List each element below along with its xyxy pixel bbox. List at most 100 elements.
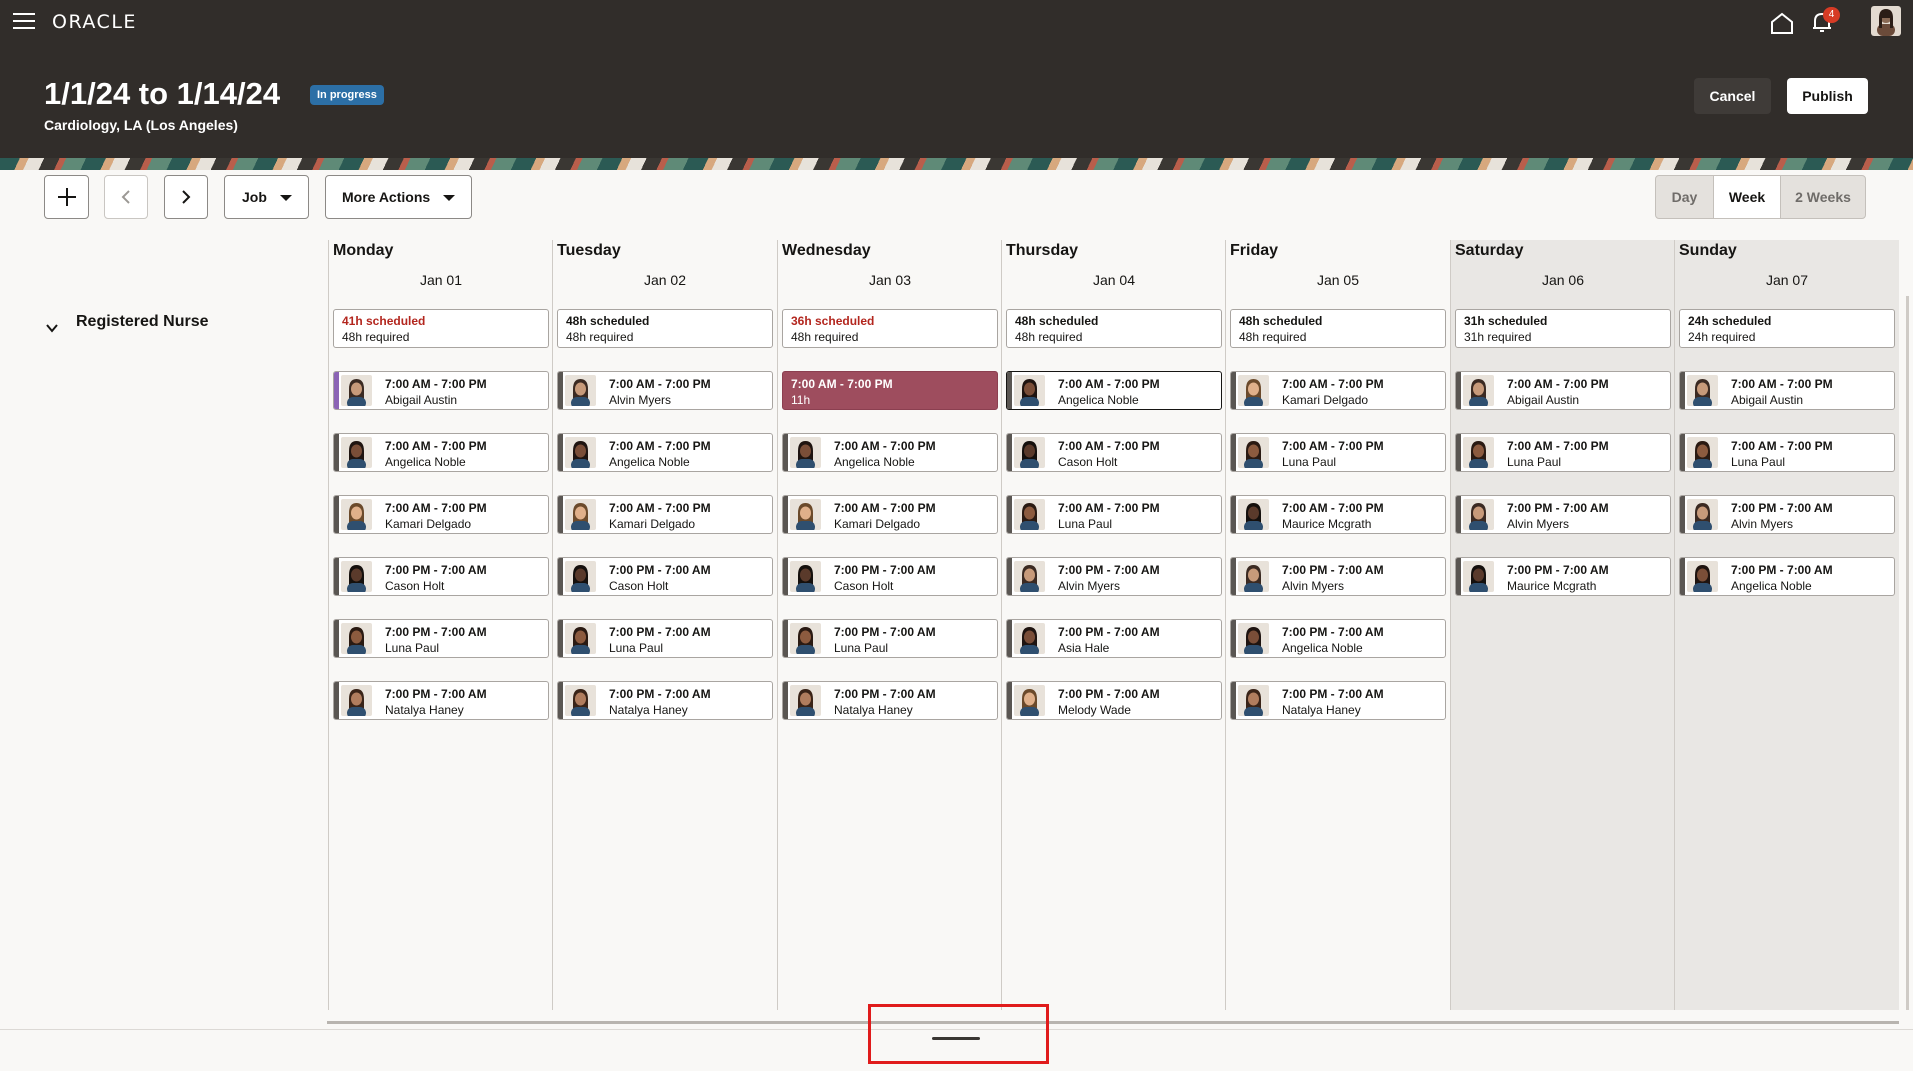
group-label-registered-nurse: Registered Nurse <box>76 313 209 330</box>
shift-card[interactable]: 7:00 AM - 7:00 PM Angelica Noble <box>557 433 773 472</box>
coverage-summary[interactable]: 36h scheduled 48h required <box>782 309 998 348</box>
more-actions-dropdown[interactable]: More Actions <box>325 175 472 219</box>
coverage-summary[interactable]: 48h scheduled 48h required <box>1006 309 1222 348</box>
open-shift-card[interactable]: 7:00 AM - 7:00 PM 11h <box>782 371 998 410</box>
shift-card[interactable]: 7:00 AM - 7:00 PM Kamari Delgado <box>1230 371 1446 410</box>
shift-status-bar <box>1231 372 1236 409</box>
shift-card[interactable]: 7:00 PM - 7:00 AM Natalya Haney <box>333 681 549 720</box>
employee-avatar <box>1014 499 1045 530</box>
shift-card[interactable]: 7:00 AM - 7:00 PM Luna Paul <box>1006 495 1222 534</box>
shift-time: 7:00 PM - 7:00 AM <box>1507 563 1609 577</box>
employee-name: Asia Hale <box>1058 641 1110 655</box>
employee-name: Alvin Myers <box>1058 579 1121 593</box>
column-separator <box>328 240 329 1010</box>
shift-card[interactable]: 7:00 PM - 7:00 AM Angelica Noble <box>1230 619 1446 658</box>
shift-card[interactable]: 7:00 PM - 7:00 AM Alvin Myers <box>1455 495 1671 534</box>
shift-card[interactable]: 7:00 PM - 7:00 AM Luna Paul <box>782 619 998 658</box>
coverage-summary[interactable]: 48h scheduled 48h required <box>1230 309 1446 348</box>
publish-button[interactable]: Publish <box>1787 78 1868 114</box>
column-separator <box>1674 240 1675 1010</box>
shift-card[interactable]: 7:00 AM - 7:00 PM Abigail Austin <box>1679 371 1895 410</box>
home-icon[interactable] <box>1770 12 1794 34</box>
shift-card[interactable]: 7:00 AM - 7:00 PM Kamari Delgado <box>782 495 998 534</box>
shift-card[interactable]: 7:00 AM - 7:00 PM Kamari Delgado <box>557 495 773 534</box>
required-hours: 24h required <box>1688 330 1756 344</box>
required-hours: 48h required <box>791 330 859 344</box>
app-header: ORACLE 4 1/1/24 to 1/14/24 In progress C… <box>0 0 1913 158</box>
employee-avatar <box>1687 499 1718 530</box>
job-dropdown[interactable]: Job <box>224 175 309 219</box>
shift-card[interactable]: 7:00 PM - 7:00 AM Alvin Myers <box>1679 495 1895 534</box>
shift-card[interactable]: 7:00 PM - 7:00 AM Alvin Myers <box>1006 557 1222 596</box>
shift-status-bar <box>558 434 563 471</box>
shift-card[interactable]: 7:00 PM - 7:00 AM Cason Holt <box>557 557 773 596</box>
coverage-summary[interactable]: 41h scheduled 48h required <box>333 309 549 348</box>
shift-card[interactable]: 7:00 PM - 7:00 AM Cason Holt <box>782 557 998 596</box>
shift-card[interactable]: 7:00 AM - 7:00 PM Angelica Noble <box>1006 371 1222 410</box>
shift-card[interactable]: 7:00 AM - 7:00 PM Kamari Delgado <box>333 495 549 534</box>
employee-avatar <box>565 623 596 654</box>
grid-bottom-border <box>327 1021 1899 1024</box>
shift-status-bar <box>1680 496 1685 533</box>
day-name: Friday <box>1230 242 1279 259</box>
day-date: Jan 04 <box>1092 272 1136 288</box>
shift-card[interactable]: 7:00 AM - 7:00 PM Maurice Mcgrath <box>1230 495 1446 534</box>
coverage-summary[interactable]: 24h scheduled 24h required <box>1679 309 1895 348</box>
shift-status-bar <box>1456 434 1461 471</box>
shift-card[interactable]: 7:00 PM - 7:00 AM Cason Holt <box>333 557 549 596</box>
shift-card[interactable]: 7:00 PM - 7:00 AM Angelica Noble <box>1679 557 1895 596</box>
chevron-down-icon[interactable] <box>46 322 58 334</box>
employee-avatar <box>1238 375 1269 406</box>
view-2-weeks-button[interactable]: 2 Weeks <box>1781 176 1865 218</box>
employee-name: Abigail Austin <box>1507 393 1580 407</box>
vertical-scrollbar[interactable] <box>1906 296 1909 1010</box>
shift-card[interactable]: 7:00 AM - 7:00 PM Luna Paul <box>1455 433 1671 472</box>
employee-name: Natalya Haney <box>385 703 464 717</box>
shift-card[interactable]: 7:00 AM - 7:00 PM Abigail Austin <box>333 371 549 410</box>
shift-card[interactable]: 7:00 PM - 7:00 AM Asia Hale <box>1006 619 1222 658</box>
shift-card[interactable]: 7:00 AM - 7:00 PM Cason Holt <box>1006 433 1222 472</box>
employee-avatar <box>1238 499 1269 530</box>
required-hours: 48h required <box>342 330 410 344</box>
employee-avatar <box>790 685 821 716</box>
employee-name: Maurice Mcgrath <box>1507 579 1597 593</box>
column-separator <box>1001 240 1002 1010</box>
employee-name: Angelica Noble <box>1282 641 1363 655</box>
shift-card[interactable]: 7:00 PM - 7:00 AM Natalya Haney <box>782 681 998 720</box>
employee-avatar <box>1014 375 1045 406</box>
shift-card[interactable]: 7:00 PM - 7:00 AM Alvin Myers <box>1230 557 1446 596</box>
cancel-button[interactable]: Cancel <box>1694 78 1771 114</box>
shift-card[interactable]: 7:00 AM - 7:00 PM Angelica Noble <box>333 433 549 472</box>
coverage-summary[interactable]: 31h scheduled 31h required <box>1455 309 1671 348</box>
employee-name: Luna Paul <box>1507 455 1562 469</box>
view-week-button[interactable]: Week <box>1713 176 1781 218</box>
employee-avatar <box>790 499 821 530</box>
hamburger-icon[interactable] <box>13 13 35 31</box>
shift-card[interactable]: 7:00 PM - 7:00 AM Luna Paul <box>557 619 773 658</box>
shift-time: 7:00 AM - 7:00 PM <box>1058 377 1160 391</box>
shift-card[interactable]: 7:00 AM - 7:00 PM Luna Paul <box>1679 433 1895 472</box>
next-period-button[interactable] <box>164 175 208 219</box>
add-button[interactable] <box>44 175 89 219</box>
shift-status-bar <box>1007 682 1012 719</box>
shift-time: 7:00 AM - 7:00 PM <box>1282 377 1384 391</box>
shift-card[interactable]: 7:00 PM - 7:00 AM Maurice Mcgrath <box>1455 557 1671 596</box>
employee-name: Melody Wade <box>1058 703 1131 717</box>
shift-time: 7:00 PM - 7:00 AM <box>609 687 711 701</box>
shift-status-bar <box>1007 558 1012 595</box>
employee-name: Cason Holt <box>385 579 445 593</box>
shift-card[interactable]: 7:00 AM - 7:00 PM Abigail Austin <box>1455 371 1671 410</box>
shift-card[interactable]: 7:00 AM - 7:00 PM Alvin Myers <box>557 371 773 410</box>
shift-card[interactable]: 7:00 PM - 7:00 AM Luna Paul <box>333 619 549 658</box>
shift-card[interactable]: 7:00 AM - 7:00 PM Angelica Noble <box>782 433 998 472</box>
employee-avatar <box>790 437 821 468</box>
shift-card[interactable]: 7:00 PM - 7:00 AM Natalya Haney <box>1230 681 1446 720</box>
user-avatar[interactable] <box>1871 6 1901 36</box>
shift-card[interactable]: 7:00 AM - 7:00 PM Luna Paul <box>1230 433 1446 472</box>
coverage-summary[interactable]: 48h scheduled 48h required <box>557 309 773 348</box>
previous-period-button[interactable] <box>104 175 148 219</box>
view-day-button[interactable]: Day <box>1656 176 1713 218</box>
shift-status-bar <box>558 372 563 409</box>
shift-card[interactable]: 7:00 PM - 7:00 AM Melody Wade <box>1006 681 1222 720</box>
shift-card[interactable]: 7:00 PM - 7:00 AM Natalya Haney <box>557 681 773 720</box>
